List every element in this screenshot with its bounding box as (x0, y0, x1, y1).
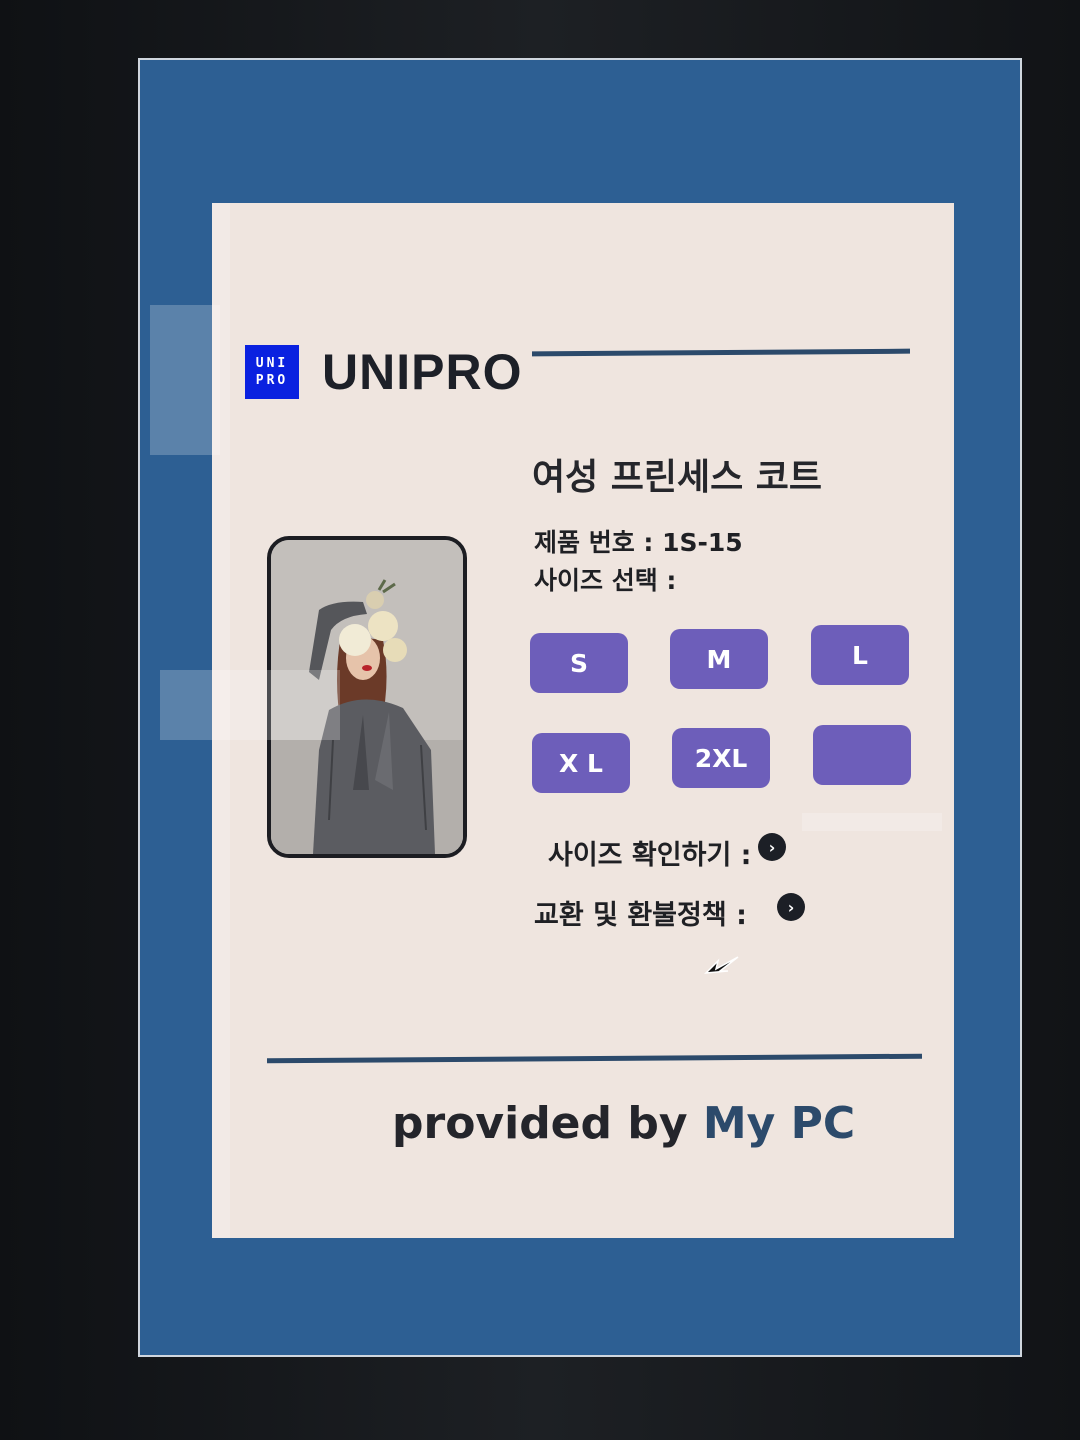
size-check-arrow-icon[interactable]: › (758, 833, 786, 861)
size-select-label: 사이즈 선택 : (534, 566, 677, 595)
size-button-2xl[interactable]: 2XL (672, 728, 770, 788)
screen-glare (150, 305, 220, 455)
product-card: UNI PRO UNIPRO 여성 프린세스 코트 제품 번호: 1S-15 … (212, 203, 954, 1238)
screen-glare (212, 203, 230, 1238)
size-button-empty[interactable] (813, 725, 911, 785)
screen: UNI PRO UNIPRO 여성 프린세스 코트 제품 번호: 1S-15 … (140, 60, 1020, 1355)
provided-by-text: provided by My PC (392, 1098, 855, 1149)
size-button-l[interactable]: L (811, 625, 909, 685)
header-divider (531, 348, 911, 357)
brand-name: UNIPRO (322, 344, 523, 400)
brand-logo-line2: PRO (255, 373, 289, 388)
screen-glare (802, 813, 942, 831)
product-image (267, 536, 467, 858)
size-button-xl[interactable]: X L (532, 733, 630, 793)
size-button-m[interactable]: M (670, 629, 768, 689)
mouse-pointer-icon (704, 956, 739, 974)
refund-policy-arrow-icon[interactable]: › (777, 893, 805, 921)
product-title: 여성 프린세스 코트 (532, 457, 823, 498)
model-photo-illustration (271, 540, 463, 854)
product-number: 제품 번호 : 1S-15 (534, 528, 743, 557)
size-check-label: 사이즈 확인하기 : (548, 840, 752, 871)
brand-logo: UNI PRO (245, 345, 299, 399)
brand-logo-line1: UNI (255, 356, 289, 371)
refund-policy-label: 교환 및 환불정책 : (534, 900, 747, 931)
size-button-s[interactable]: S (530, 633, 628, 693)
footer-divider (266, 1053, 923, 1064)
provider-name: My PC (702, 1098, 856, 1149)
provided-by-label: provided by (392, 1098, 688, 1149)
